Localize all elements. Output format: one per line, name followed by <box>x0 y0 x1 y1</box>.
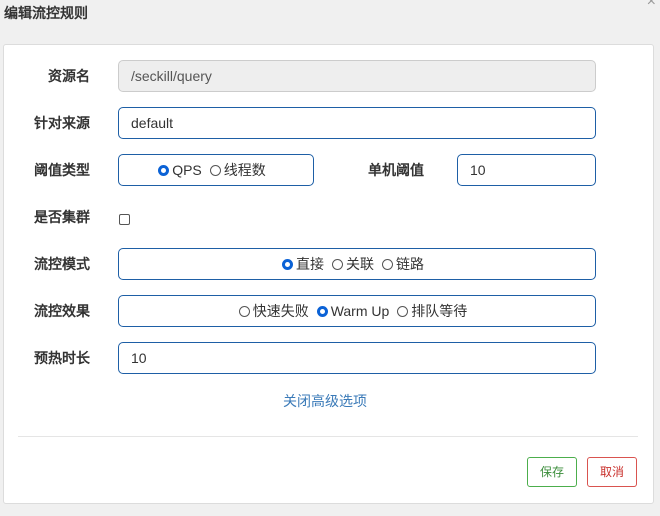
close-advanced-options-link[interactable]: 关闭高级选项 <box>283 391 367 411</box>
behavior-option-fast-fail[interactable]: 快速失败 <box>238 301 309 321</box>
resource-input[interactable]: /seckill/query <box>118 60 596 92</box>
grade-option-label: QPS <box>172 162 202 178</box>
grade-option-qps[interactable]: QPS <box>158 162 202 178</box>
count-label: 单机阈值 <box>368 162 424 178</box>
behavior-option-label: 排队等待 <box>411 303 468 319</box>
strategy-label: 流控模式 <box>34 256 90 272</box>
warm-up-period-label: 预热时长 <box>34 350 90 366</box>
limit-app-input[interactable]: default <box>118 107 596 139</box>
resource-label: 资源名 <box>48 68 90 84</box>
strategy-radio-group: 直接 关联 链路 <box>118 248 596 280</box>
cluster-checkbox[interactable] <box>119 214 130 225</box>
radio-checked-icon[interactable] <box>316 305 328 317</box>
strategy-option-chain[interactable]: 链路 <box>382 254 424 274</box>
behavior-option-label: Warm Up <box>330 303 390 319</box>
footer-divider <box>18 436 638 437</box>
control-behavior-radio-group: 快速失败 Warm Up 排队等待 <box>118 295 596 327</box>
grade-label: 阈值类型 <box>34 162 90 178</box>
strategy-option-label: 关联 <box>346 256 374 272</box>
radio-unchecked-icon[interactable] <box>238 305 250 317</box>
edit-flow-rule-dialog: 编辑流控规则 × 资源名 /seckill/query 针对来源 default… <box>0 0 660 516</box>
close-icon[interactable]: × <box>647 0 656 10</box>
radio-unchecked-icon[interactable] <box>209 164 221 176</box>
control-behavior-label: 流控效果 <box>34 303 90 319</box>
grade-radio-group: QPS 线程数 <box>118 154 314 186</box>
behavior-option-queue[interactable]: 排队等待 <box>397 301 467 321</box>
strategy-option-label: 直接 <box>296 256 324 272</box>
strategy-option-direct[interactable]: 直接 <box>282 254 324 274</box>
grade-option-thread[interactable]: 线程数 <box>209 160 266 180</box>
radio-unchecked-icon[interactable] <box>397 305 409 317</box>
form-panel: 资源名 /seckill/query 针对来源 default 阈值类型 QPS… <box>3 44 654 504</box>
behavior-option-label: 快速失败 <box>252 303 309 319</box>
radio-checked-icon[interactable] <box>158 164 170 176</box>
count-input[interactable]: 10 <box>457 154 596 186</box>
dialog-title: 编辑流控规则 <box>4 5 88 21</box>
save-button[interactable]: 保存 <box>527 457 577 487</box>
grade-option-label: 线程数 <box>223 162 266 178</box>
strategy-option-label: 链路 <box>396 256 424 272</box>
warm-up-period-input[interactable]: 10 <box>118 342 596 374</box>
behavior-option-warm-up[interactable]: Warm Up <box>316 303 390 319</box>
radio-unchecked-icon[interactable] <box>332 258 343 270</box>
radio-unchecked-icon[interactable] <box>382 258 393 270</box>
limit-app-label: 针对来源 <box>34 115 90 131</box>
cancel-button[interactable]: 取消 <box>587 457 637 487</box>
cluster-label: 是否集群 <box>34 209 90 225</box>
strategy-option-relate[interactable]: 关联 <box>332 254 374 274</box>
radio-checked-icon[interactable] <box>282 258 293 270</box>
